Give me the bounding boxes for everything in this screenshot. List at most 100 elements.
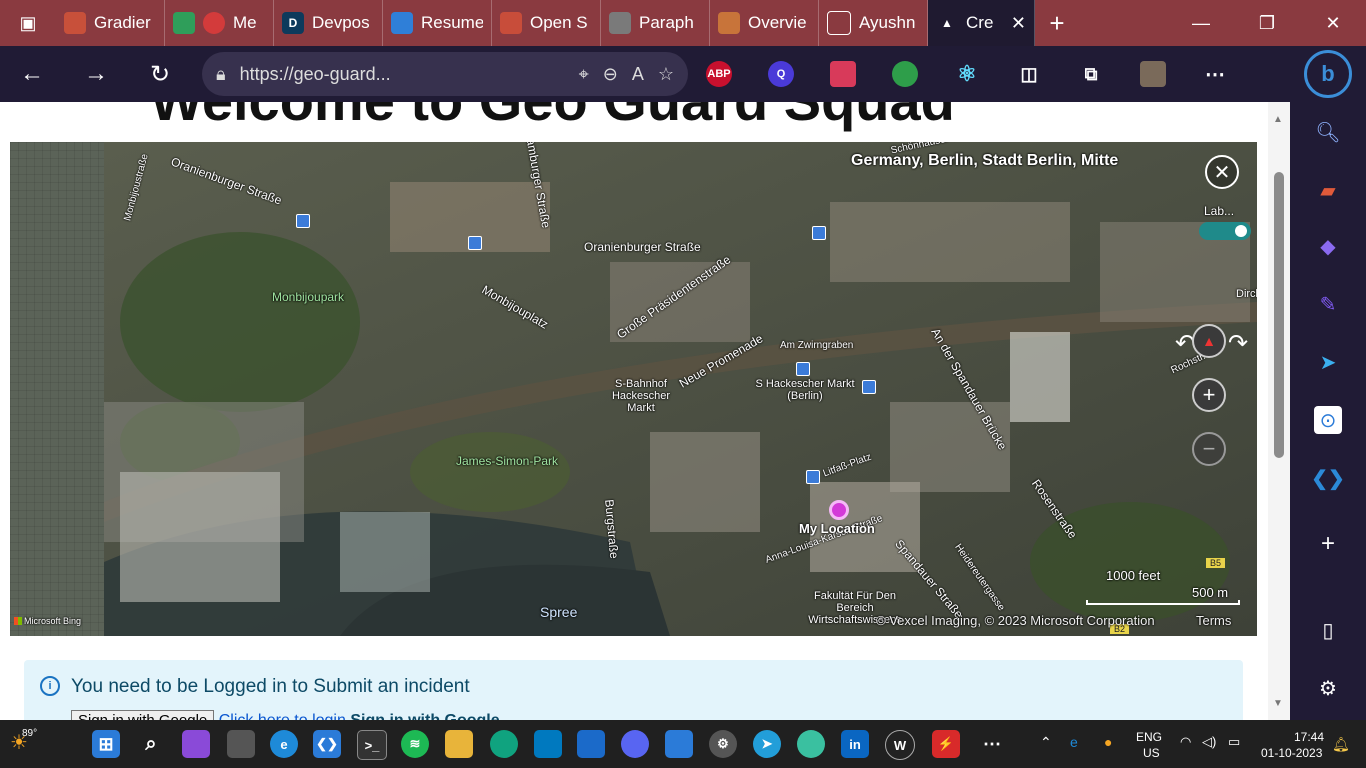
close-window-icon[interactable]: ✕ [1300, 0, 1366, 46]
workspaces-icon[interactable]: ▣ [0, 0, 56, 46]
zoom-icon[interactable]: ⊖ [603, 64, 618, 85]
edge-tray-icon[interactable]: e [1070, 734, 1078, 750]
adblock-extension-icon[interactable]: ABP [688, 61, 750, 87]
settings-icon[interactable]: ⚙ [709, 730, 737, 758]
map-container[interactable]: Germany, Berlin, Stadt Berlin, Mitte Ora… [10, 142, 1257, 636]
wifi-icon[interactable]: ◠ [1180, 734, 1191, 750]
add-sidebar-icon[interactable]: + [1314, 530, 1342, 558]
more-apps-icon[interactable]: ⋯ [978, 730, 1006, 758]
volume-icon[interactable]: ◁) [1202, 734, 1216, 750]
vscode-sidebar-icon[interactable]: ❮❯ [1311, 464, 1345, 492]
power-app-icon[interactable]: ⚡ [932, 730, 960, 758]
copilot-taskbar-icon[interactable] [182, 730, 210, 758]
minimize-icon[interactable]: — [1168, 0, 1234, 46]
file-explorer-icon[interactable] [445, 730, 473, 758]
language-label[interactable]: ENG [1136, 730, 1162, 744]
search-extension-icon[interactable]: Q [750, 61, 812, 87]
designer-icon[interactable]: ✎ [1314, 290, 1342, 318]
tab-5[interactable]: Paraph [601, 0, 710, 46]
tools-icon[interactable]: ▰ [1314, 176, 1342, 204]
labels-toggle-switch[interactable] [1199, 222, 1251, 240]
restore-icon[interactable]: ❐ [1234, 0, 1300, 46]
split-screen-icon[interactable]: ◫ [998, 61, 1060, 87]
clock-time[interactable]: 17:44 [1294, 730, 1324, 744]
discord-icon[interactable] [621, 730, 649, 758]
location-pin-icon[interactable]: ⌖ [579, 64, 589, 85]
spotify-icon[interactable]: ≋ [401, 730, 429, 758]
task-view-icon[interactable] [227, 730, 255, 758]
tab-1[interactable]: Me [165, 0, 274, 46]
refresh-icon[interactable]: ↻ [128, 60, 192, 89]
close-tab-icon[interactable]: ✕ [1011, 13, 1026, 34]
notification-bell-icon[interactable]: 🔔︎ [1332, 736, 1350, 753]
tab-4[interactable]: Open S [492, 0, 601, 46]
compass-icon[interactable]: ▲ [1192, 324, 1226, 358]
transit-stop-icon[interactable] [796, 362, 810, 376]
edge-icon[interactable]: e [270, 730, 298, 758]
scroll-thumb[interactable] [1274, 172, 1284, 458]
copilot-icon[interactable]: ◆ [1314, 232, 1342, 260]
settings-gear-icon[interactable]: ⚙ [1314, 674, 1342, 702]
robot-extension-icon[interactable] [874, 61, 936, 87]
my-location-pin-icon[interactable] [829, 500, 849, 520]
telegram-icon[interactable]: ➤ [753, 730, 781, 758]
collections-icon[interactable]: ⧉ [1060, 61, 1122, 87]
search-icon[interactable]: ⌕ [137, 730, 165, 758]
avatar[interactable] [1122, 61, 1184, 87]
trello-icon[interactable] [534, 730, 562, 758]
microphone-icon[interactable]: ● [1104, 734, 1112, 750]
telegram-sidebar-icon[interactable]: ➤ [1314, 348, 1342, 376]
zoom-in-button[interactable]: + [1192, 378, 1226, 412]
clock-date[interactable]: 01-10-2023 [1261, 746, 1322, 760]
3d-cube-icon[interactable] [577, 730, 605, 758]
linkedin-icon[interactable]: in [841, 730, 869, 758]
scroll-down-icon[interactable]: ▼ [1273, 698, 1283, 709]
chevron-up-icon[interactable]: ⌃ [1040, 734, 1052, 751]
scroll-up-icon[interactable]: ▲ [1273, 114, 1283, 125]
tab-active[interactable]: ▲ Cre ✕ [928, 0, 1035, 46]
google-signin-button[interactable]: Sign in with Google [71, 710, 215, 720]
tab-3[interactable]: Resume [383, 0, 492, 46]
url-text[interactable]: https://geo-guard... [240, 64, 565, 85]
warp-icon[interactable]: W [885, 730, 915, 760]
region-label[interactable]: US [1143, 746, 1160, 760]
page-scrollbar[interactable]: ▲ ▼ [1268, 102, 1290, 720]
rotate-right-icon[interactable]: ↷ [1228, 329, 1248, 358]
tab-0[interactable]: Gradier [56, 0, 165, 46]
hide-sidebar-icon[interactable]: ▯ [1314, 616, 1342, 644]
login-link[interactable]: Click here to login [219, 712, 346, 720]
forward-icon[interactable]: → [64, 60, 128, 88]
favorite-star-icon[interactable]: ☆ [658, 64, 674, 85]
app-sidebar-icon[interactable]: ⊙ [1314, 406, 1342, 434]
address-bar[interactable]: 🔒︎ https://geo-guard... ⌖ ⊖ A ☆ [202, 52, 688, 96]
lock-icon[interactable]: 🔒︎ [216, 64, 226, 85]
transit-stop-icon[interactable] [806, 470, 820, 484]
vscode-icon[interactable]: ❮❯ [313, 730, 341, 758]
mail-icon[interactable] [797, 730, 825, 758]
start-icon[interactable]: ⊞ [92, 730, 120, 758]
react-devtools-icon[interactable]: ⚛ [936, 61, 998, 87]
back-icon[interactable]: ← [0, 60, 64, 88]
weather-temp[interactable]: 89° [22, 728, 37, 739]
bing-copilot-icon[interactable]: b [1304, 50, 1352, 98]
transit-stop-icon[interactable] [862, 380, 876, 394]
new-tab-button[interactable]: + [1035, 0, 1079, 46]
transit-stop-icon[interactable] [812, 226, 826, 240]
signin-text[interactable]: Sign in with Google [350, 712, 499, 720]
zoom-out-button[interactable]: − [1192, 432, 1226, 466]
terminal-icon[interactable]: >_ [357, 730, 387, 760]
read-aloud-icon[interactable]: A [632, 64, 644, 85]
transit-stop-icon[interactable] [296, 214, 310, 228]
tab-6[interactable]: Overvie [710, 0, 819, 46]
battery-icon[interactable]: ▭ [1228, 734, 1240, 750]
tab-2[interactable]: D Devpos [274, 0, 383, 46]
terms-link[interactable]: Terms [1196, 613, 1231, 628]
chatgpt-icon[interactable] [490, 730, 518, 758]
transit-stop-icon[interactable] [468, 236, 482, 250]
store-extension-icon[interactable] [812, 61, 874, 87]
close-map-icon[interactable]: ✕ [1205, 155, 1239, 189]
tab-7[interactable]: Ayushn [819, 0, 928, 46]
more-menu-icon[interactable]: ⋯ [1184, 61, 1246, 87]
search-icon[interactable]: 🔍︎ [1314, 118, 1342, 146]
ms-store-icon[interactable] [665, 730, 693, 758]
